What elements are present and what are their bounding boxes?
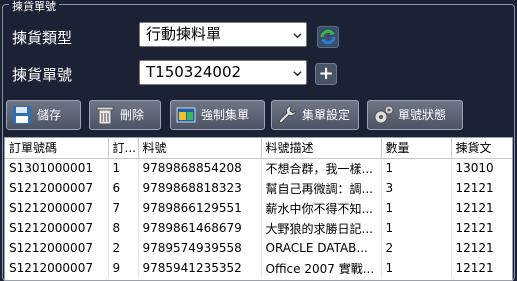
table-row[interactable]: S1212000007 6 9789868818323 幫自己再微調：調... … — [5, 178, 512, 198]
cell-order-line: 7 — [108, 198, 139, 218]
cell-item-number: 9789868854208 — [138, 158, 262, 178]
save-button[interactable]: 儲存 — [6, 100, 81, 130]
cell-item-number: 9789861468679 — [138, 218, 262, 238]
cell-quantity: 3 — [381, 178, 452, 198]
picking-type-value: 行動揀料單 — [146, 25, 222, 43]
picking-type-select[interactable]: 行動揀料單 — [139, 22, 307, 47]
cell-picking-doc: 12121 — [451, 198, 512, 218]
cell-quantity: 1 — [381, 218, 452, 238]
cell-order-number: S1212000007 — [5, 238, 109, 258]
cell-item-number: 9785941235352 — [138, 258, 262, 278]
force-collect-label: 強制集單 — [201, 108, 250, 122]
cell-item-description: ORACLE DATAB... — [261, 238, 382, 258]
gear-icon — [374, 105, 394, 124]
order-items-table[interactable]: 訂單號碼 訂... 料號 料號描述 數量 揀貨文 S1301000001 1 9… — [4, 137, 513, 281]
cell-picking-doc: 12121 — [451, 258, 512, 278]
window-icon — [176, 107, 196, 123]
column-header-order-number[interactable]: 訂單號碼 — [5, 138, 109, 159]
trash-icon — [96, 106, 114, 125]
wrench-icon — [278, 105, 297, 124]
chevron-down-icon — [293, 71, 302, 77]
number-status-button[interactable]: 單號狀態 — [367, 100, 463, 130]
cell-item-description: 不想合群，我一樣... — [261, 158, 382, 178]
cell-picking-doc: 12121 — [451, 238, 512, 258]
cell-item-number: 9789574939558 — [138, 238, 262, 258]
cell-order-number: S1212000007 — [5, 258, 109, 278]
floppy-disk-icon — [13, 106, 31, 124]
cell-order-line: 8 — [108, 218, 139, 238]
picking-number-select[interactable]: T150324002 — [139, 60, 307, 85]
column-header-item-number[interactable]: 料號 — [138, 138, 262, 159]
save-label: 儲存 — [37, 108, 62, 122]
table-row[interactable]: S1212000007 9 9785941235352 Office 2007 … — [5, 258, 512, 278]
table-header-row: 訂單號碼 訂... 料號 料號描述 數量 揀貨文 — [5, 138, 512, 159]
picking-type-label: 揀貨類型 — [12, 29, 73, 47]
cell-order-number: S1301000001 — [5, 158, 109, 178]
panel-title: 揀貨單號 — [9, 1, 59, 13]
number-status-label: 單號狀態 — [398, 108, 447, 122]
collect-settings-label: 集單設定 — [302, 108, 351, 122]
column-header-order-line[interactable]: 訂... — [108, 138, 139, 159]
chevron-down-icon — [293, 33, 302, 39]
column-header-picking-doc[interactable]: 揀貨文 — [451, 138, 512, 159]
table-row[interactable]: S1212000007 8 9789861468679 大野狼的求勝日記... … — [5, 218, 512, 238]
delete-label: 刪除 — [120, 108, 145, 122]
picking-number-value: T150324002 — [146, 63, 242, 81]
cell-picking-doc: 12121 — [451, 178, 512, 198]
cell-quantity: 1 — [381, 198, 452, 218]
delete-button[interactable]: 刪除 — [89, 100, 161, 130]
refresh-icon — [320, 29, 336, 45]
table-row[interactable]: S1301000001 1 9789868854208 不想合群，我一樣... … — [5, 158, 512, 178]
column-header-quantity[interactable]: 數量 — [381, 138, 452, 159]
column-header-item-description[interactable]: 料號描述 — [261, 138, 382, 159]
picking-number-label: 揀貨單號 — [12, 66, 73, 84]
cell-item-description: 幫自己再微調：調... — [261, 178, 382, 198]
collect-settings-button[interactable]: 集單設定 — [271, 100, 359, 130]
cell-order-number: S1212000007 — [5, 218, 109, 238]
table-row[interactable]: S1212000007 7 9789866129551 薪水中你不得不知... … — [5, 198, 512, 218]
add-button[interactable]: + — [315, 63, 337, 85]
cell-item-description: 大野狼的求勝日記... — [261, 218, 382, 238]
cell-item-number: 9789868818323 — [138, 178, 262, 198]
cell-order-line: 1 — [108, 158, 139, 178]
cell-order-line: 6 — [108, 178, 139, 198]
cell-picking-doc: 12121 — [451, 218, 512, 238]
cell-item-description: 薪水中你不得不知... — [261, 198, 382, 218]
table-row[interactable]: S1212000007 2 9789574939558 ORACLE DATAB… — [5, 238, 512, 258]
force-collect-button[interactable]: 強制集單 — [170, 100, 265, 130]
cell-quantity: 1 — [381, 258, 452, 278]
cell-picking-doc: 13010 — [451, 158, 512, 178]
refresh-button[interactable] — [317, 26, 339, 48]
cell-order-line: 2 — [108, 238, 139, 258]
cell-order-line: 9 — [108, 258, 139, 278]
cell-order-number: S1212000007 — [5, 178, 109, 198]
cell-quantity: 2 — [381, 238, 452, 258]
cell-quantity: 1 — [381, 158, 452, 178]
cell-item-description: Office 2007 實戰... — [261, 258, 382, 278]
cell-item-number: 9789866129551 — [138, 198, 262, 218]
cell-order-number: S1212000007 — [5, 198, 109, 218]
